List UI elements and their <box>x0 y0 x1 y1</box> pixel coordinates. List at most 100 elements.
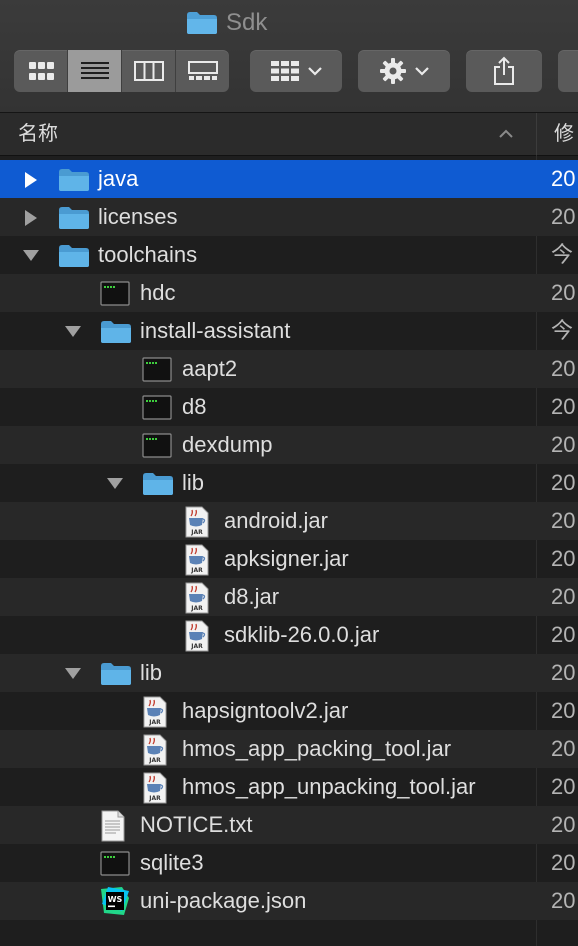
file-name: lib <box>182 470 205 495</box>
terminal-executable-icon <box>142 357 172 382</box>
file-row[interactable]: java 20 <box>0 160 578 198</box>
name-column-header[interactable]: 名称 <box>18 113 58 155</box>
file-row[interactable]: JAR hmos_app_packing_tool.jar 20 <box>0 730 578 768</box>
svg-text:WS: WS <box>108 895 123 904</box>
folder-icon <box>59 207 89 229</box>
svg-text:JAR: JAR <box>190 529 203 536</box>
disclosure-expanded-icon[interactable] <box>106 475 124 493</box>
column-header: 名称 修 <box>0 113 578 156</box>
jar-file-icon: JAR <box>185 544 209 576</box>
date-modified: 20 <box>551 432 576 457</box>
folder-icon <box>143 473 173 495</box>
file-row[interactable]: JAR apksigner.jar 20 <box>0 540 578 578</box>
file-list: java 20 licenses 20 toolchains 今 hdc 20 install-… <box>0 160 578 920</box>
file-row[interactable]: sqlite3 20 <box>0 844 578 882</box>
column-view-icon <box>133 61 164 81</box>
share-button[interactable] <box>466 50 542 92</box>
file-row[interactable]: dexdump 20 <box>0 426 578 464</box>
file-name: d8 <box>182 394 207 419</box>
file-row[interactable]: WS uni-package.json 20 <box>0 882 578 920</box>
grid-icon <box>271 61 299 81</box>
svg-text:JAR: JAR <box>190 605 203 612</box>
jar-file-icon: JAR <box>185 620 209 652</box>
file-row[interactable]: hdc 20 <box>0 274 578 312</box>
date-modified: 20 <box>551 850 576 875</box>
terminal-executable-icon <box>100 851 130 876</box>
date-modified: 20 <box>551 166 576 191</box>
title-bar: Sdk <box>0 0 578 113</box>
file-row[interactable]: install-assistant 今 <box>0 312 578 350</box>
file-row[interactable]: JAR hmos_app_unpacking_tool.jar 20 <box>0 768 578 806</box>
disclosure-expanded-icon[interactable] <box>64 323 82 341</box>
jar-file-icon: JAR <box>143 734 167 766</box>
folder-icon <box>59 245 89 267</box>
window-title-text: Sdk <box>226 9 268 36</box>
file-name: install-assistant <box>140 318 291 343</box>
date-modified: 20 <box>551 546 576 571</box>
webstorm-file-icon: WS <box>101 887 129 915</box>
column-view-button[interactable] <box>122 50 176 92</box>
jar-file-icon: JAR <box>185 582 209 614</box>
date-modified: 20 <box>551 660 576 685</box>
sort-ascending-icon[interactable] <box>498 126 514 142</box>
file-row[interactable]: JAR android.jar 20 <box>0 502 578 540</box>
date-modified: 20 <box>551 280 576 305</box>
date-modified: 20 <box>551 622 576 647</box>
group-by-button[interactable] <box>250 50 342 92</box>
file-row[interactable]: lib 20 <box>0 654 578 692</box>
file-name: sdklib-26.0.0.jar <box>224 622 380 647</box>
disclosure-expanded-icon[interactable] <box>64 665 82 683</box>
chevron-down-icon <box>415 67 429 76</box>
file-name: lib <box>140 660 163 685</box>
date-modified: 20 <box>551 812 576 837</box>
date-modified: 今 <box>551 318 574 343</box>
file-name: hmos_app_unpacking_tool.jar <box>182 774 476 799</box>
gallery-view-icon <box>187 61 218 80</box>
date-modified: 20 <box>551 698 576 723</box>
file-row[interactable]: NOTICE.txt 20 <box>0 806 578 844</box>
file-name: hapsigntoolv2.jar <box>182 698 349 723</box>
folder-icon <box>101 321 131 343</box>
svg-text:JAR: JAR <box>190 643 203 650</box>
file-row[interactable]: toolchains 今 <box>0 236 578 274</box>
file-name: dexdump <box>182 432 273 457</box>
file-name: apksigner.jar <box>224 546 349 571</box>
icon-view-button[interactable] <box>14 50 68 92</box>
modified-column-header[interactable]: 修 <box>554 113 574 155</box>
list-view-button[interactable] <box>68 50 122 92</box>
gear-icon <box>380 58 406 84</box>
window-title: Sdk <box>186 8 267 38</box>
file-name: d8.jar <box>224 584 280 609</box>
file-name: hmos_app_packing_tool.jar <box>182 736 452 761</box>
file-row[interactable]: d8 20 <box>0 388 578 426</box>
date-modified: 20 <box>551 736 576 761</box>
svg-text:JAR: JAR <box>148 795 161 802</box>
disclosure-expanded-icon[interactable] <box>22 247 40 265</box>
date-modified: 20 <box>551 888 576 913</box>
column-divider[interactable] <box>536 113 537 155</box>
file-row[interactable]: JAR sdklib-26.0.0.jar 20 <box>0 616 578 654</box>
date-modified: 20 <box>551 356 576 381</box>
file-row[interactable]: lib 20 <box>0 464 578 502</box>
toolbar-overflow-button[interactable] <box>558 50 578 92</box>
file-name: uni-package.json <box>140 888 307 913</box>
gallery-view-button[interactable] <box>176 50 229 92</box>
date-modified: 20 <box>551 774 576 799</box>
action-button[interactable] <box>358 50 450 92</box>
file-name: java <box>98 166 139 191</box>
file-name: toolchains <box>98 242 198 267</box>
jar-file-icon: JAR <box>143 772 167 804</box>
terminal-executable-icon <box>100 281 130 306</box>
file-row[interactable]: JAR hapsigntoolv2.jar 20 <box>0 692 578 730</box>
file-name: licenses <box>98 204 178 229</box>
jar-file-icon: JAR <box>143 696 167 728</box>
disclosure-collapsed-icon[interactable] <box>22 171 40 189</box>
disclosure-collapsed-icon[interactable] <box>22 209 40 227</box>
file-name: sqlite3 <box>140 850 204 875</box>
file-row[interactable]: aapt2 20 <box>0 350 578 388</box>
folder-icon <box>59 169 89 191</box>
file-row[interactable]: licenses 20 <box>0 198 578 236</box>
jar-file-icon: JAR <box>185 506 209 538</box>
file-row[interactable]: JAR d8.jar 20 <box>0 578 578 616</box>
date-modified: 20 <box>551 204 576 229</box>
